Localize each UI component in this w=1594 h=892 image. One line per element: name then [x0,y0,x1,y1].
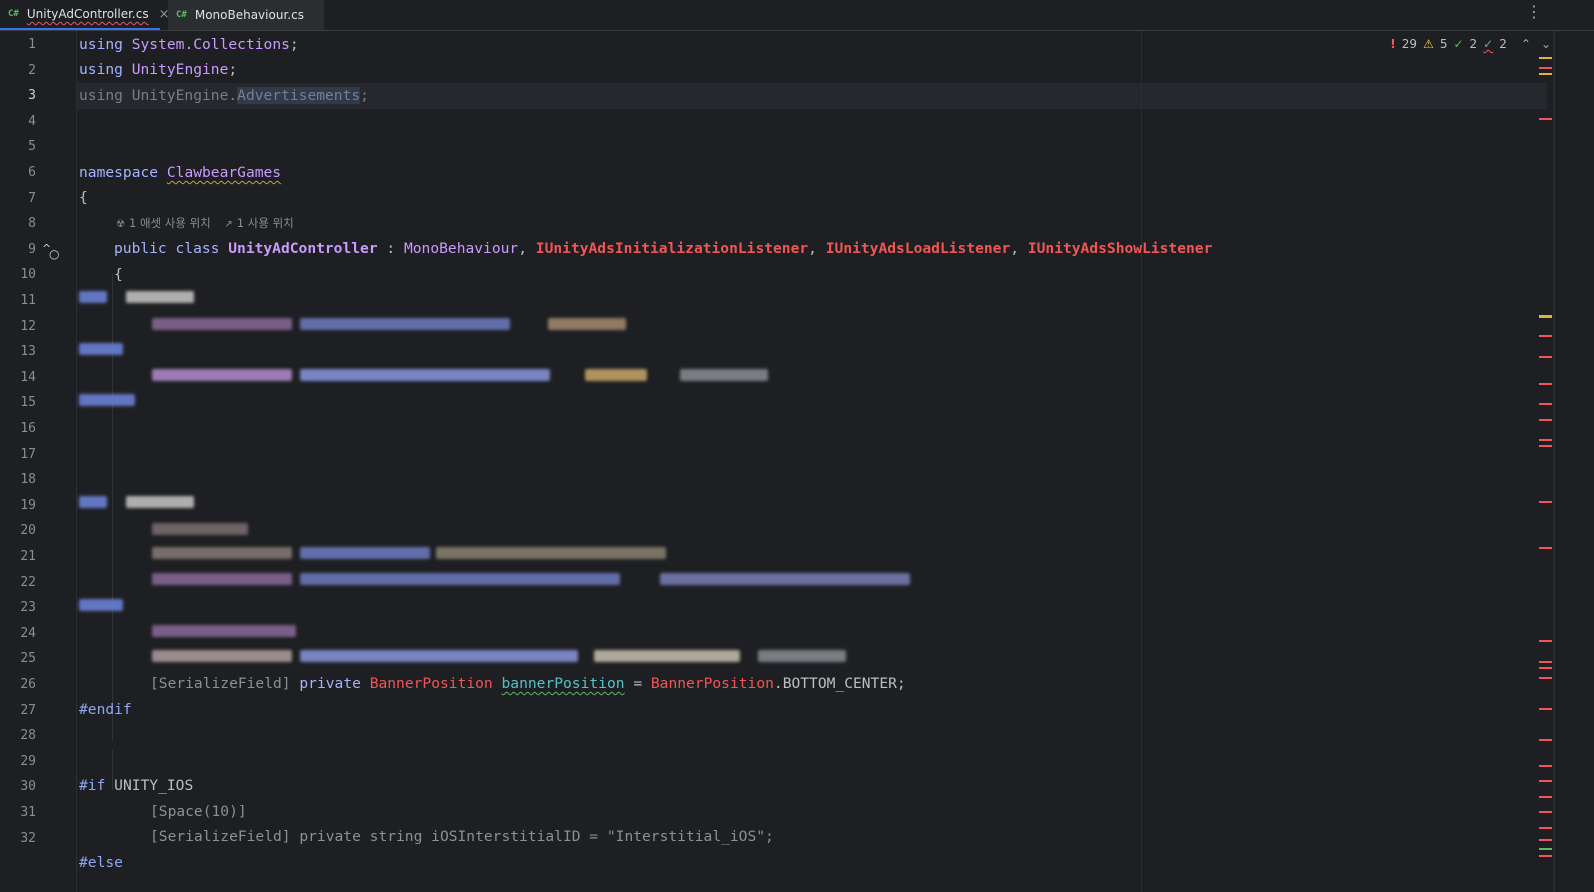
usages-link[interactable]: 1 사용 위치 [237,216,294,230]
code-editor[interactable]: 1 2 3 4 5 6 7 8 9 10 11 12 13 14 15 16 17 18 19 20 21 22 23 24 2… [0,31,1594,892]
check-icon: ✓ [1453,37,1464,51]
line-number[interactable]: 7 [0,186,36,212]
line-number[interactable]: 23 [0,595,36,621]
typo-count: 2 [1499,37,1507,51]
tab-title: MonoBehaviour.cs [194,8,304,22]
line-number[interactable]: 1 [0,32,36,58]
error-count: 29 [1401,37,1418,51]
weak-warning-count: 2 [1469,37,1478,51]
right-margin-guide [1141,31,1142,892]
line-number[interactable]: 24 [0,621,36,647]
line-number[interactable]: 29 [0,749,36,775]
code-line-31[interactable]: [SerializeField] private string iOSInter… [150,824,774,850]
warning-icon: ⚠ [1423,37,1434,51]
line-number[interactable]: 20 [0,518,36,544]
line-number[interactable]: 25 [0,646,36,672]
line-number[interactable]: 6 [0,160,36,186]
usage-icon: ↗ [224,219,233,230]
code-line-2[interactable]: using UnityEngine; [79,57,237,83]
typo-check-icon: ✓ [1483,37,1494,51]
line-number[interactable]: 32 [0,826,36,852]
line-number[interactable]: 4 [0,109,36,135]
line-number[interactable]: 3 [0,83,36,109]
line-number[interactable]: 28 [0,723,36,749]
line-number[interactable]: 30 [0,774,36,800]
codelens-hint[interactable]: ☢ 1 애셋 사용 위치 ↗ 1 사용 위치 [116,212,294,234]
line-number[interactable]: 2 [0,58,36,84]
error-stripe-markers[interactable] [1538,31,1554,892]
line-number[interactable]: 22 [0,570,36,596]
line-number[interactable]: 21 [0,544,36,570]
csharp-file-icon: C# [176,10,187,20]
tab-unityadcontroller[interactable]: C# UnityAdController.cs × [0,0,169,30]
line-number[interactable]: 5 [0,134,36,160]
line-number[interactable]: 27 [0,698,36,724]
asset-usages-link[interactable]: 1 애셋 사용 위치 [129,216,211,230]
error-icon: ! [1390,37,1396,51]
line-number[interactable]: 19 [0,493,36,519]
line-number[interactable]: 9 [0,237,36,263]
line-number[interactable]: 31 [0,800,36,826]
code-line-26[interactable]: #endif [79,697,132,723]
code-line-32[interactable]: #else [79,850,123,876]
line-number[interactable]: 8 [0,211,36,237]
code-line-29[interactable]: #if UNITY_IOS [79,773,193,799]
editor-tab-bar: C# UnityAdController.cs × C# MonoBehavio… [0,0,1594,31]
code-line-7[interactable]: { [79,185,88,211]
line-number[interactable]: 18 [0,467,36,493]
line-number[interactable]: 16 [0,416,36,442]
line-number[interactable]: 14 [0,365,36,391]
more-options-icon[interactable]: ⋮ [1526,4,1542,20]
implemented-gutter-icon[interactable]: ○ [49,247,59,261]
right-tool-strip [1556,31,1594,892]
line-number[interactable]: 10 [0,262,36,288]
line-number[interactable]: 11 [0,288,36,314]
tab-title: UnityAdController.cs [26,7,149,21]
code-line-6[interactable]: namespace ClawbearGames [79,160,281,186]
line-number[interactable]: 12 [0,314,36,340]
previous-problem-icon[interactable]: ⌃ [1521,37,1531,51]
line-number[interactable]: 26 [0,672,36,698]
line-number[interactable]: 15 [0,390,36,416]
inspection-widget[interactable]: ! 29 ⚠ 5 ✓ 2 ✓ 2 ⌃ ⌄ [1390,37,1551,51]
line-number[interactable]: 13 [0,339,36,365]
asset-usage-icon: ☢ [116,219,125,230]
code-line-3[interactable]: using UnityEngine.Advertisements; [79,83,369,109]
code-line-30[interactable]: [Space(10)] [150,799,247,825]
code-line-9[interactable]: { [114,262,123,288]
csharp-file-icon: C# [8,9,19,19]
warning-count: 5 [1439,37,1448,51]
code-line-8[interactable]: public class UnityAdController : MonoBeh… [114,236,1212,262]
tab-monobehaviour[interactable]: C# MonoBehaviour.cs [168,0,324,30]
code-line-1[interactable]: using System.Collections; [79,32,299,58]
code-line-25[interactable]: [SerializeField] private BannerPosition … [150,671,906,697]
line-number[interactable]: 17 [0,442,36,468]
